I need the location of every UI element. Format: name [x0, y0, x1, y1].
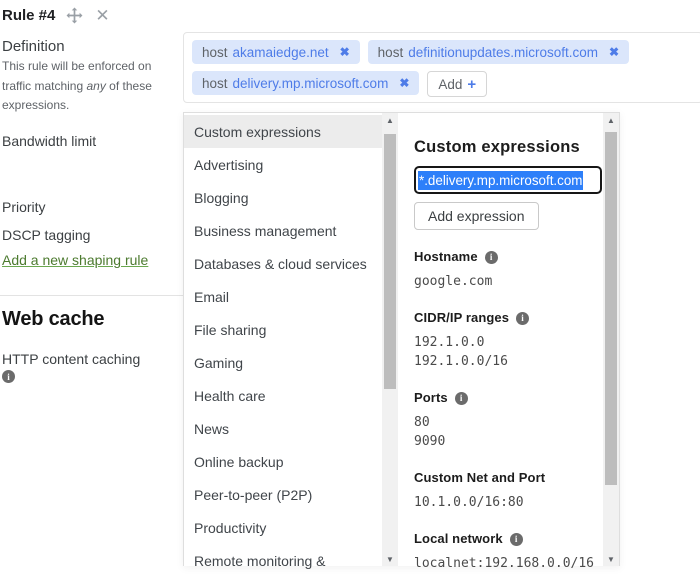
- category-item[interactable]: Advertising: [184, 148, 382, 181]
- definition-label: Definition: [2, 38, 65, 55]
- expression-input-selected-text: *.delivery.mp.microsoft.com: [418, 170, 584, 190]
- category-item[interactable]: Remote monitoring &: [184, 544, 382, 577]
- category-item[interactable]: Business management: [184, 214, 382, 247]
- expression-help-section: CIDR/IP ranges i 192.1.0.0 192.1.0.0/16: [414, 311, 619, 371]
- rule-settings-column: Rule #4 ✕ Definition This rule will be e…: [0, 0, 183, 564]
- add-shaping-rule-link[interactable]: Add a new shaping rule: [2, 252, 148, 268]
- chip-prefix: host: [202, 44, 228, 60]
- section-info-icon[interactable]: i: [516, 311, 530, 325]
- section-info-icon[interactable]: i: [484, 250, 498, 264]
- category-item[interactable]: Peer-to-peer (P2P): [184, 478, 382, 511]
- section-title: Local network: [414, 531, 503, 546]
- scrollbar-thumb[interactable]: [605, 132, 617, 485]
- expression-help-section: Ports i 80 9090: [414, 391, 619, 451]
- expression-chip: host definitionupdates.microsoft.com ✖: [367, 40, 630, 64]
- chip-close-icon[interactable]: ✖: [340, 45, 350, 59]
- example-value: 10.1.0.0/16:80: [414, 495, 524, 510]
- rule-title: Rule #4: [2, 7, 56, 24]
- category-item[interactable]: Productivity: [184, 511, 382, 544]
- category-item[interactable]: Gaming: [184, 346, 382, 379]
- delete-rule-icon[interactable]: ✕: [95, 7, 109, 24]
- chip-close-icon[interactable]: ✖: [609, 45, 619, 59]
- http-content-caching-label: HTTP content caching: [2, 351, 141, 367]
- panel-heading: Custom expressions: [414, 138, 580, 156]
- category-item[interactable]: File sharing: [184, 313, 382, 346]
- category-item[interactable]: Databases & cloud services: [184, 247, 382, 280]
- example-value: 9090: [414, 434, 446, 449]
- definition-description: This rule will be enforced on traffic ma…: [2, 59, 152, 112]
- scrollbar-thumb[interactable]: [384, 134, 396, 389]
- example-value: 192.1.0.0: [414, 335, 485, 350]
- expression-picker-popup: Custom expressions Advertising Blogging Bus…: [183, 112, 620, 571]
- category-item[interactable]: Email: [184, 280, 382, 313]
- category-item[interactable]: Online backup: [184, 445, 382, 478]
- expression-help-section: Hostname i google.com: [414, 250, 619, 291]
- rule-header: Rule #4 ✕: [2, 7, 110, 24]
- chip-value: akamaiedge.net: [232, 44, 329, 60]
- scroll-up-arrow-icon[interactable]: ▲: [603, 113, 619, 127]
- web-cache-heading: Web cache: [2, 308, 105, 330]
- chip-close-icon[interactable]: ✖: [399, 76, 409, 90]
- section-info-icon[interactable]: i: [509, 532, 523, 546]
- chip-value: definitionupdates.microsoft.com: [408, 44, 599, 60]
- chip-value: delivery.mp.microsoft.com: [232, 75, 389, 91]
- add-expression-chip-button[interactable]: Add +: [427, 71, 488, 97]
- category-item[interactable]: News: [184, 412, 382, 445]
- custom-expressions-panel: Custom expressions *.delivery.mp.microso…: [398, 113, 619, 571]
- panel-scrollbar[interactable]: ▲ ▼: [603, 113, 619, 566]
- category-list-scrollbar[interactable]: ▲ ▼: [382, 113, 398, 566]
- category-item[interactable]: Custom expressions: [184, 115, 382, 148]
- bandwidth-limit-label: Bandwidth limit: [2, 133, 97, 149]
- dscp-tagging-label: DSCP tagging: [2, 227, 91, 243]
- section-title: CIDR/IP ranges: [414, 310, 510, 325]
- scroll-up-arrow-icon[interactable]: ▲: [382, 113, 398, 127]
- section-title: Ports: [414, 390, 448, 405]
- example-value: 80: [414, 415, 430, 430]
- plus-icon: +: [467, 75, 477, 93]
- example-value: google.com: [414, 274, 493, 289]
- category-item[interactable]: Health care: [184, 379, 382, 412]
- expression-input[interactable]: *.delivery.mp.microsoft.com: [414, 166, 602, 194]
- expression-chip: host akamaiedge.net ✖: [192, 40, 360, 64]
- section-title: Custom Net and Port: [414, 470, 546, 485]
- example-value: 192.1.0.0/16: [414, 354, 508, 369]
- section-title: Hostname: [414, 249, 478, 264]
- rule-expressions-box: host akamaiedge.net ✖ host definitionupd…: [183, 32, 700, 103]
- section-info-icon[interactable]: i: [454, 391, 468, 405]
- http-caching-info-icon[interactable]: i: [2, 370, 15, 383]
- add-expression-button[interactable]: Add expression: [414, 202, 539, 230]
- chip-prefix: host: [202, 75, 228, 91]
- expression-chip: host delivery.mp.microsoft.com ✖: [192, 71, 420, 95]
- chip-prefix: host: [377, 44, 404, 60]
- expression-help-section: Custom Net and Port 10.1.0.0/16:80: [414, 471, 619, 512]
- category-list: Custom expressions Advertising Blogging Bus…: [184, 113, 398, 569]
- expression-help-section: Local network i localnet:192.168.0.0/16: [414, 532, 619, 573]
- category-item[interactable]: Blogging: [184, 181, 382, 214]
- section-divider: [0, 295, 183, 296]
- move-rule-icon[interactable]: [66, 7, 83, 24]
- priority-label: Priority: [2, 199, 46, 215]
